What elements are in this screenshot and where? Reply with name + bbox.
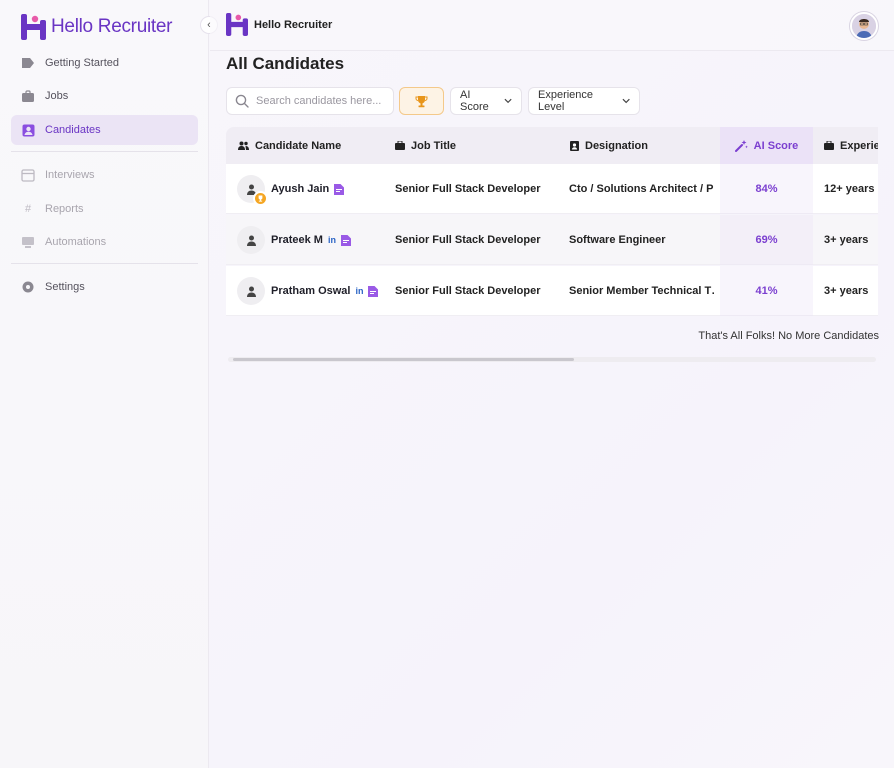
column-header-label: Candidate Name <box>255 139 342 152</box>
user-badge-icon <box>21 123 35 137</box>
user-icon <box>246 235 256 246</box>
candidates-table: Candidate Name Job Title Designation AI … <box>226 127 878 317</box>
sidebar-item-label: Settings <box>45 281 85 293</box>
job-title-cell: Senior Full Stack Developer <box>395 285 541 297</box>
search-icon <box>235 94 249 108</box>
brand[interactable]: Hello Recruiter <box>21 14 172 40</box>
monitor-icon <box>21 235 35 249</box>
magic-wand-icon <box>734 139 748 152</box>
top-bar: Hello Recruiter <box>210 0 894 51</box>
tag-icon <box>21 56 35 70</box>
user-avatar[interactable] <box>850 12 878 40</box>
ai-score-cell: 69% <box>720 215 813 265</box>
briefcase-icon <box>395 141 405 150</box>
page-title: All Candidates <box>226 54 345 73</box>
sidebar-item-label: Getting Started <box>45 57 119 69</box>
column-header-candidate-name[interactable]: Candidate Name <box>238 127 388 164</box>
column-header-label: Job Title <box>411 139 457 152</box>
job-title-cell: Senior Full Stack Developer <box>395 183 541 195</box>
experience-cell: 12+ years <box>824 183 875 195</box>
table-row[interactable]: Ayush Jain Senior Full Stack Developer C… <box>226 164 878 214</box>
ai-score-cell: 84% <box>720 164 813 214</box>
designation-cell: Software Engineer <box>569 234 666 246</box>
sidebar-item-candidates[interactable]: Candidates <box>11 115 198 145</box>
experience-level-dropdown[interactable]: Experience Level <box>528 87 640 115</box>
search-box[interactable] <box>226 87 394 115</box>
candidate-avatar <box>237 277 265 305</box>
sidebar: Hello Recruiter ‹ Getting Started Jobs C… <box>0 0 218 768</box>
resume-icon[interactable] <box>368 285 379 297</box>
candidate-name-cell: Pratham Oswal in <box>271 266 379 316</box>
ai-score-dropdown-label: AI Score <box>460 89 489 113</box>
linkedin-icon[interactable]: in <box>328 235 336 245</box>
users-icon <box>238 141 249 150</box>
sidebar-item-jobs[interactable]: Jobs <box>11 81 198 111</box>
hash-icon: # <box>24 203 32 215</box>
gear-icon <box>21 280 35 294</box>
top-candidate-badge <box>253 191 268 206</box>
end-of-list-message: That's All Folks! No More Candidates <box>698 330 879 342</box>
candidate-name[interactable]: Ayush Jain <box>271 183 329 195</box>
sidebar-item-interviews[interactable]: Interviews <box>11 160 198 190</box>
sidebar-item-label: Automations <box>45 236 107 248</box>
sidebar-item-label: Jobs <box>45 90 69 102</box>
user-avatar-icon <box>852 14 876 38</box>
sidebar-item-label: Reports <box>45 203 84 215</box>
column-header-ai-score[interactable]: AI Score <box>720 127 813 164</box>
candidate-name-cell: Prateek M in <box>271 215 351 265</box>
search-input[interactable] <box>256 95 386 107</box>
resume-icon[interactable] <box>340 234 351 246</box>
scrollbar-thumb[interactable] <box>233 358 574 361</box>
top-candidates-filter-button[interactable] <box>399 87 444 115</box>
user-icon <box>246 286 256 297</box>
candidate-name[interactable]: Pratham Oswal <box>271 285 350 297</box>
column-header-job-title[interactable]: Job Title <box>395 127 560 164</box>
linkedin-icon[interactable]: in <box>355 286 363 296</box>
hello-recruiter-logo-icon <box>226 13 248 36</box>
designation-cell: Senior Member Technical T… <box>569 285 714 297</box>
briefcase-icon <box>824 141 834 150</box>
resume-icon[interactable] <box>334 183 345 195</box>
candidate-name-cell: Ayush Jain <box>271 164 345 214</box>
candidate-name[interactable]: Prateek M <box>271 234 323 246</box>
brand-name: Hello Recruiter <box>51 16 173 37</box>
sidebar-divider <box>11 263 198 264</box>
briefcase-icon <box>21 89 35 103</box>
column-header-designation[interactable]: Designation <box>570 127 720 164</box>
job-title-cell: Senior Full Stack Developer <box>395 234 541 246</box>
sidebar-item-label: Candidates <box>45 124 101 136</box>
id-badge-icon <box>570 140 579 151</box>
column-header-experience[interactable]: Experience <box>824 127 878 164</box>
experience-cell: 3+ years <box>824 234 869 246</box>
hello-recruiter-logo-icon <box>21 14 46 40</box>
sidebar-item-getting-started[interactable]: Getting Started <box>11 48 198 78</box>
chevron-down-icon <box>622 98 630 104</box>
candidate-avatar <box>237 226 265 254</box>
experience-dropdown-label: Experience Level <box>538 89 594 113</box>
column-header-label: Designation <box>585 139 648 152</box>
sidebar-divider <box>11 151 198 152</box>
ai-score-dropdown[interactable]: AI Score <box>450 87 522 115</box>
designation-cell: Cto / Solutions Architect / P… <box>569 183 714 195</box>
sidebar-item-label: Interviews <box>45 169 95 181</box>
horizontal-scrollbar[interactable] <box>228 357 876 362</box>
table-header: Candidate Name Job Title Designation AI … <box>226 127 878 164</box>
table-row[interactable]: Prateek M in Senior Full Stack Developer… <box>226 215 878 265</box>
experience-cell: 3+ years <box>824 285 869 297</box>
app-title: Hello Recruiter <box>254 19 333 31</box>
column-header-label: AI Score <box>753 139 799 152</box>
sidebar-item-automations[interactable]: Automations <box>11 227 198 257</box>
chevron-down-icon <box>504 98 512 104</box>
sidebar-item-settings[interactable]: Settings <box>11 272 198 302</box>
calendar-icon <box>21 168 35 182</box>
table-row[interactable]: Pratham Oswal in Senior Full Stack Devel… <box>226 266 878 316</box>
trophy-icon <box>258 195 263 202</box>
sidebar-item-reports[interactable]: # Reports <box>11 194 198 224</box>
ai-score-cell: 41% <box>720 266 813 316</box>
column-header-label: Experience <box>840 139 878 152</box>
trophy-icon <box>415 95 428 107</box>
